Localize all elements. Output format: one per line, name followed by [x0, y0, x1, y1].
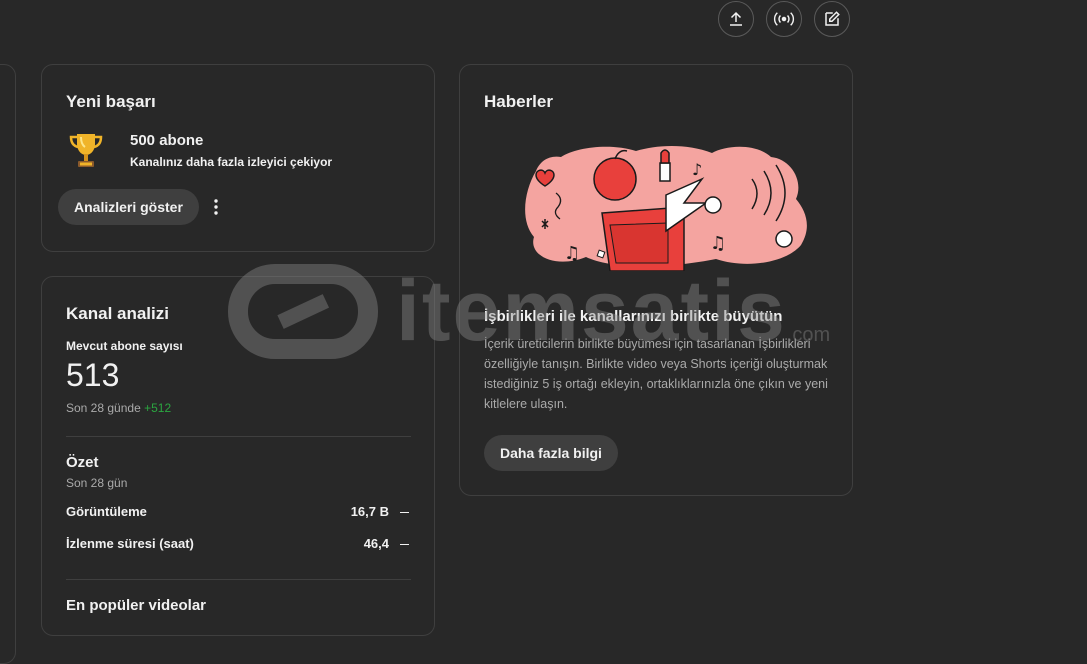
milestone-label: 500 abone [130, 132, 204, 149]
learn-more-button[interactable]: Daha fazla bilgi [484, 435, 618, 471]
subscriber-count: 513 [66, 357, 120, 393]
news-body: İçerik üreticilerin birlikte büyümesi iç… [484, 337, 828, 411]
metric-label-watch-time: İzlenme süresi (saat) [66, 536, 194, 551]
news-headline: İşbirlikleri ile kanallarınızı birlikte … [484, 308, 783, 325]
metric-label-views: Görüntüleme [66, 504, 147, 519]
svg-text:♫: ♫ [710, 233, 726, 254]
create-post-button[interactable] [814, 1, 850, 37]
achievement-card: Yeni başarı 500 abone Kanalınız daha faz… [41, 64, 435, 252]
achievement-title: Yeni başarı [66, 92, 156, 111]
upload-button[interactable] [718, 1, 754, 37]
upload-icon [730, 11, 742, 26]
go-live-button[interactable] [766, 1, 802, 37]
popular-videos-title: En popüler videolar [66, 597, 207, 614]
subscriber-delta-period: Son 28 günde [66, 401, 141, 415]
channel-analytics-card: Kanal analizi Mevcut abone sayısı 513 So… [41, 276, 435, 636]
trophy-icon [68, 131, 104, 176]
metric-trend-watch-time [400, 544, 409, 545]
metric-value-watch-time: 46,4 [363, 536, 389, 551]
analytics-divider-2 [66, 579, 411, 580]
more-vert-icon [214, 199, 218, 215]
collaboration-illustration: ♪ ♫ ♫ [516, 141, 810, 276]
show-analytics-button[interactable]: Analizleri göster [58, 189, 199, 225]
live-broadcast-icon [773, 12, 795, 26]
analytics-title: Kanal analizi [66, 304, 169, 323]
svg-text:♫: ♫ [564, 243, 580, 264]
more-options-button[interactable] [206, 195, 226, 219]
summary-period: Son 28 gün [66, 476, 128, 490]
news-title: Haberler [484, 92, 553, 111]
analytics-divider [66, 436, 411, 437]
summary-title: Özet [66, 454, 99, 471]
metric-trend-views [400, 512, 409, 513]
metric-value-views: 16,7 B [350, 504, 389, 519]
subscriber-count-label: Mevcut abone sayısı [66, 339, 183, 353]
svg-text:♪: ♪ [692, 160, 702, 179]
milestone-description: Kanalınız daha fazla izleyici çekiyor [130, 155, 333, 169]
offscreen-card [0, 64, 16, 664]
subscriber-delta-line: Son 28 günde +512 [66, 401, 171, 415]
subscriber-delta-value: +512 [144, 401, 172, 415]
news-card: Haberler ♪ ♫ ♫ İşbirlikleri ile kanallar… [459, 64, 853, 496]
edit-post-icon [825, 11, 840, 26]
